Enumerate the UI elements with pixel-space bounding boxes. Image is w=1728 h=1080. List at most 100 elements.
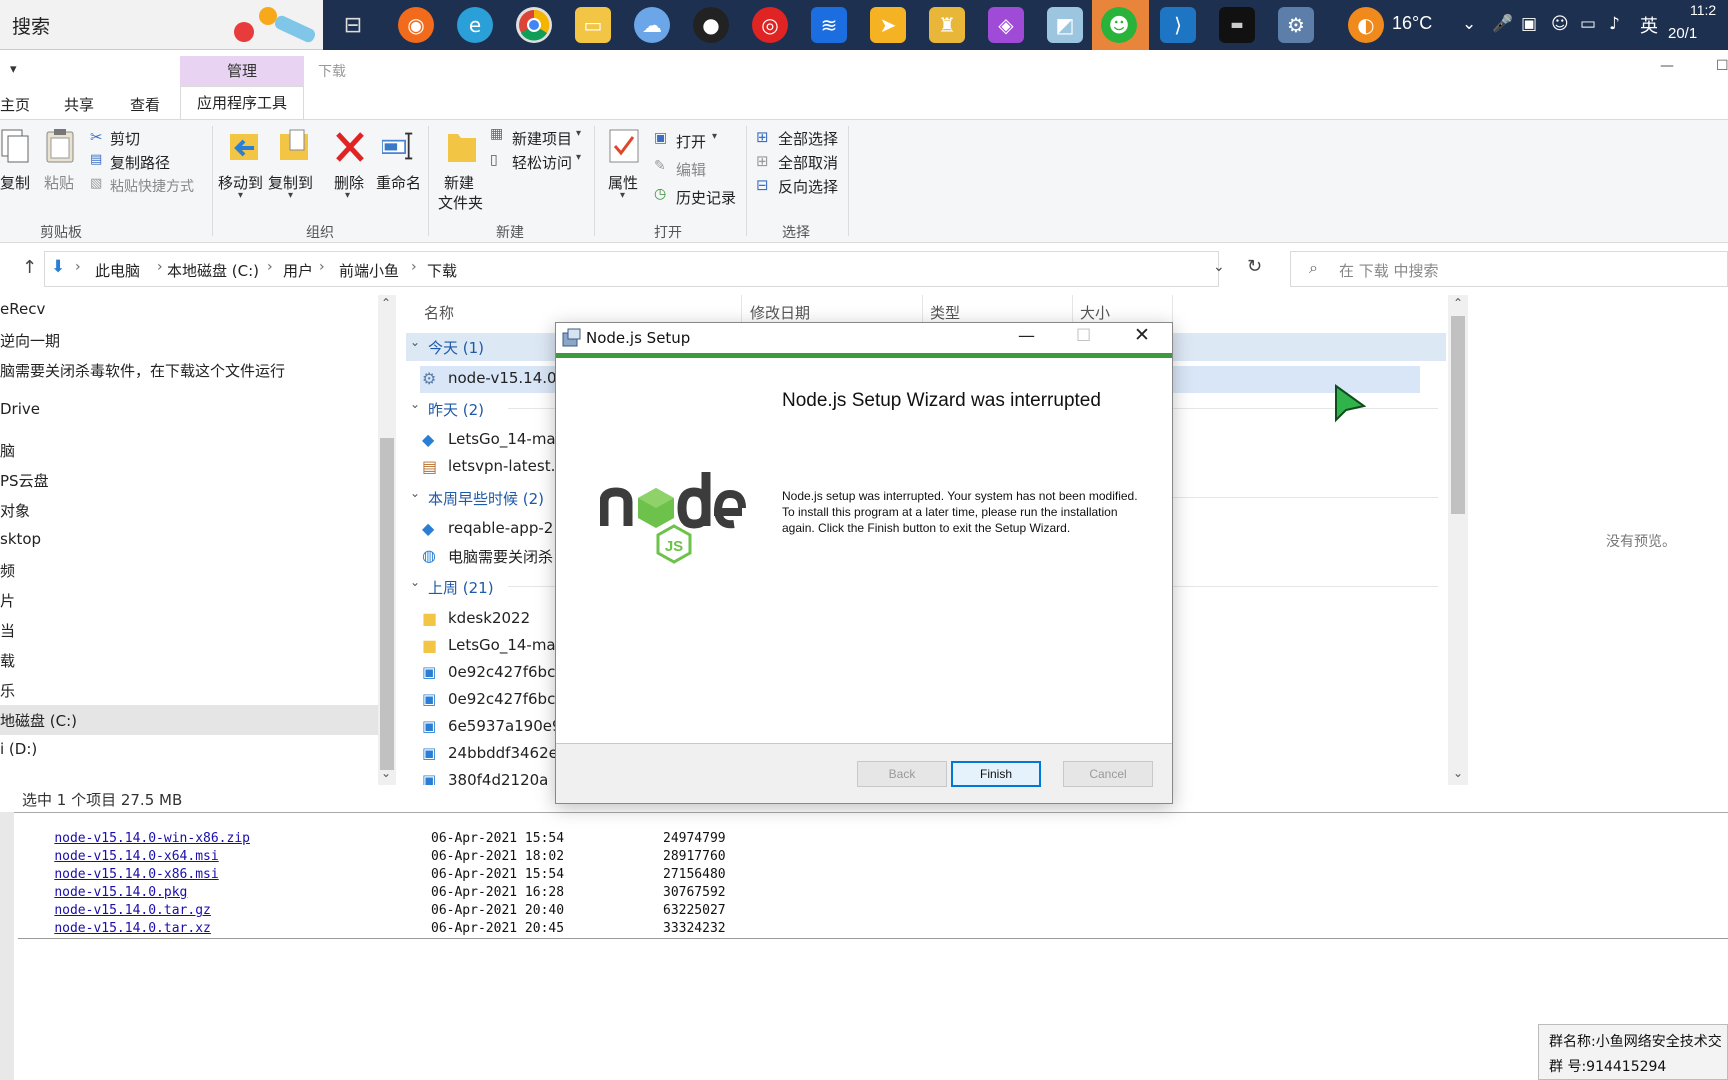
group-collapse-icon[interactable]: ⌄ <box>410 486 420 500</box>
bear-app-icon[interactable]: ♜ <box>929 7 965 43</box>
cut-icon[interactable]: ✂ <box>90 128 103 146</box>
breadcrumb-this-pc[interactable]: 此电脑 <box>95 260 140 281</box>
nav-item-desktop[interactable]: sktop <box>0 530 41 548</box>
properties-dropdown-icon[interactable]: ▾ <box>620 190 625 201</box>
column-header-type[interactable]: 类型 <box>930 302 960 323</box>
chrome-icon[interactable] <box>516 7 552 43</box>
group-collapse-icon[interactable]: ⌄ <box>410 335 420 349</box>
new-item-button[interactable]: 新建项目 <box>512 128 572 149</box>
easy-access-dropdown-icon[interactable]: ▾ <box>576 152 581 163</box>
fingerprint-app-icon[interactable]: ◈ <box>988 7 1024 43</box>
group-collapse-icon[interactable]: ⌄ <box>410 575 420 589</box>
copy-path-icon[interactable]: ▤ <box>90 152 102 167</box>
group-header-today[interactable]: 今天 (1) <box>428 337 484 358</box>
finish-button[interactable]: Finish <box>951 761 1041 787</box>
easy-access-icon[interactable]: ▯ <box>490 152 498 168</box>
nav-item[interactable]: 载 <box>0 650 15 671</box>
breadcrumb-sep-icon[interactable]: › <box>157 259 163 275</box>
scroll-down-icon[interactable]: ⌄ <box>381 766 391 780</box>
group-collapse-icon[interactable]: ⌄ <box>410 397 420 411</box>
file-list-scrollbar-thumb[interactable] <box>1451 316 1465 514</box>
cancel-button[interactable]: Cancel <box>1063 761 1153 787</box>
address-dropdown-icon[interactable]: ⌄ <box>1213 259 1225 275</box>
invert-selection-icon[interactable]: ⊟ <box>756 176 769 194</box>
paste-button[interactable]: 粘贴 <box>44 172 74 193</box>
dialog-close-icon[interactable]: ✕ <box>1134 324 1150 346</box>
nav-item[interactable]: 脑需要关闭杀毒软件，在下载这个文件运行 <box>0 360 285 381</box>
chat-info-popup[interactable]: 群名称:小鱼网络安全技术交 群 号:914415294 <box>1538 1024 1728 1080</box>
task-view-icon[interactable]: ⊟ <box>335 7 371 43</box>
nav-item[interactable]: eRecv <box>0 300 45 318</box>
nav-item-this-pc[interactable]: 脑 <box>0 440 15 461</box>
edit-button[interactable]: 编辑 <box>676 159 706 180</box>
column-header-size[interactable]: 大小 <box>1080 302 1110 323</box>
dialog-title-bar[interactable]: Node.js Setup — ☐ ✕ <box>556 323 1172 353</box>
window-maximize-icon[interactable]: ☐ <box>1716 58 1728 74</box>
download-link[interactable]: node-v15.14.0.tar.xz <box>54 921 211 936</box>
dialog-minimize-icon[interactable]: — <box>1018 326 1035 346</box>
explorer-search-box[interactable]: ⌕ 在 下载 中搜索 <box>1290 251 1728 287</box>
nav-item[interactable]: 当 <box>0 620 15 641</box>
send-app-icon[interactable]: ➤ <box>870 7 906 43</box>
select-none-icon[interactable]: ⊞ <box>756 152 769 170</box>
paste-shortcut-icon[interactable]: ▧ <box>90 176 102 191</box>
scroll-down-icon[interactable]: ⌄ <box>1453 766 1463 780</box>
tab-app-tools[interactable]: 应用程序工具 <box>180 86 304 119</box>
nav-item[interactable]: 对象 <box>0 500 30 521</box>
nav-item[interactable]: 片 <box>0 590 15 611</box>
column-divider[interactable] <box>922 295 923 325</box>
breadcrumb-local-disk[interactable]: 本地磁盘 (C:) <box>167 260 259 281</box>
battery-icon[interactable]: ▭ <box>1580 14 1596 34</box>
microphone-icon[interactable]: 🎤 <box>1492 14 1513 34</box>
nav-item-local-disk[interactable]: 地磁盘 (C:) <box>0 710 77 731</box>
new-folder-button-line1[interactable]: 新建 <box>444 172 474 193</box>
copy-icon[interactable] <box>0 128 32 164</box>
easy-access-button[interactable]: 轻松访问 <box>512 152 572 173</box>
nav-item[interactable]: PS云盘 <box>0 470 49 491</box>
edit-icon[interactable]: ✎ <box>654 158 666 174</box>
rename-button[interactable]: 重命名 <box>376 172 421 193</box>
breadcrumb-users[interactable]: 用户 <box>283 260 313 281</box>
clock-date[interactable]: 20/1 <box>1668 25 1697 42</box>
clock-time[interactable]: 11:2 <box>1690 2 1716 18</box>
scroll-up-icon[interactable]: ⌃ <box>381 296 391 310</box>
breadcrumb-sep-icon[interactable]: › <box>75 259 81 275</box>
copy-to-dropdown-icon[interactable]: ▾ <box>288 190 293 201</box>
address-bar[interactable]: ⬇ › 此电脑 › 本地磁盘 (C:) › 用户 › 前端小鱼 › 下载 ⌄ <box>44 251 1225 287</box>
copy-path-button[interactable]: 复制路径 <box>110 152 170 173</box>
invert-selection-button[interactable]: 反向选择 <box>778 176 838 197</box>
up-arrow-icon[interactable]: ↑ <box>22 257 37 278</box>
tab-home[interactable]: 主页 <box>0 94 30 115</box>
installer-icon[interactable]: ⚙ <box>1278 7 1314 43</box>
taskbar-search-box[interactable]: 搜索 <box>0 0 323 50</box>
vscode-icon[interactable]: ⟩ <box>1160 7 1196 43</box>
group-header-this-week[interactable]: 本周早些时候 (2) <box>428 488 544 509</box>
column-header-name[interactable]: 名称 <box>424 302 454 323</box>
cut-button[interactable]: 剪切 <box>110 128 140 149</box>
properties-icon[interactable] <box>608 128 640 164</box>
ime-indicator[interactable]: 英 <box>1640 12 1658 38</box>
paste-icon[interactable] <box>44 128 76 164</box>
nav-item-d-drive[interactable]: i (D:) <box>0 740 37 758</box>
breadcrumb-user-folder[interactable]: 前端小鱼 <box>339 260 399 281</box>
feishu-icon[interactable]: ≋ <box>811 7 847 43</box>
group-header-yesterday[interactable]: 昨天 (2) <box>428 399 484 420</box>
copy-to-icon[interactable] <box>278 128 310 164</box>
refresh-icon[interactable]: ↻ <box>1247 256 1262 277</box>
group-header-last-week[interactable]: 上周 (21) <box>428 577 494 598</box>
back-button[interactable]: Back <box>857 761 947 787</box>
paste-shortcut-button[interactable]: 粘贴快捷方式 <box>110 176 194 196</box>
new-folder-icon[interactable] <box>446 128 478 164</box>
new-folder-button-line2[interactable]: 文件夹 <box>438 192 483 213</box>
history-icon[interactable]: ◷ <box>654 186 666 202</box>
copy-button[interactable]: 复制 <box>0 172 30 193</box>
open-icon[interactable]: ▣ <box>654 130 667 146</box>
game-app-icon[interactable]: ● <box>693 7 729 43</box>
tab-share[interactable]: 共享 <box>64 94 94 115</box>
nav-item[interactable]: 乐 <box>0 680 15 701</box>
column-divider[interactable] <box>741 295 742 325</box>
weather-icon[interactable]: ◐ <box>1348 7 1384 43</box>
notebook-app-icon[interactable]: ◩ <box>1047 7 1083 43</box>
file-explorer-icon[interactable]: ▭ <box>575 7 611 43</box>
delete-dropdown-icon[interactable]: ▾ <box>345 190 350 201</box>
